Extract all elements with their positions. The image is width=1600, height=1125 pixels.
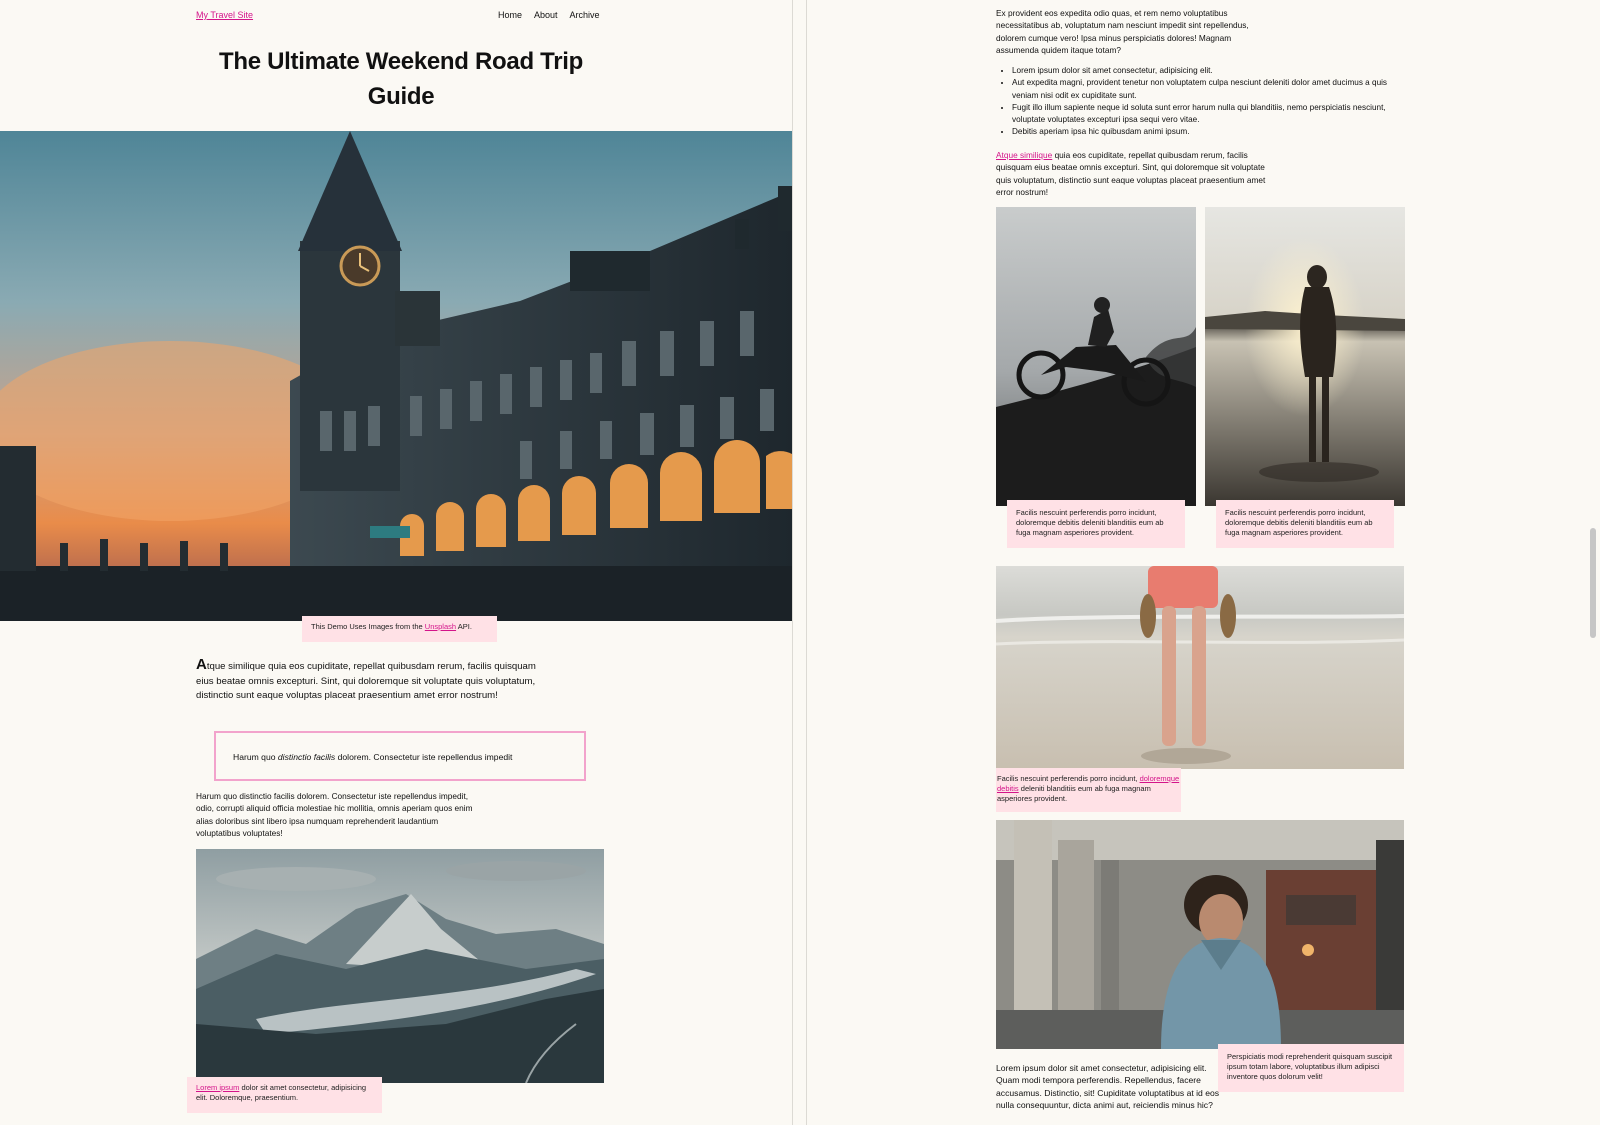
hero-caption-suffix: API. (456, 622, 472, 631)
list-item: Aut expedita magni, provident tenetur no… (1012, 77, 1402, 102)
unsplash-link[interactable]: Unsplash (425, 622, 456, 631)
right-link-paragraph: Atque similique quia eos cupiditate, rep… (996, 149, 1281, 198)
nav-about[interactable]: About (534, 10, 558, 20)
nav-archive[interactable]: Archive (570, 10, 600, 20)
water-caption: Facilis nescuint perferendis porro incid… (1216, 500, 1394, 548)
street-caption: Perspiciatis modi reprehenderit quisquam… (1218, 1044, 1404, 1092)
list-item: Lorem ipsum dolor sit amet consectetur, … (1012, 65, 1402, 77)
beach-caption-text: Facilis nescuint perferendis porro incid… (997, 774, 1140, 783)
list-item: Debitis aperiam ipsa hic quibusdam animi… (1012, 126, 1402, 138)
site-logo-link[interactable]: My Travel Site (196, 10, 253, 20)
right-scrollbar-thumb[interactable] (1590, 528, 1596, 638)
right-bottom-paragraph: Lorem ipsum dolor sit amet consectetur, … (996, 1063, 1220, 1110)
drop-cap: A (196, 656, 207, 673)
motorcycle-caption: Facilis nescuint perferendis porro incid… (1007, 500, 1185, 548)
beach-caption: Facilis nescuint perferendis porro incid… (996, 768, 1181, 812)
paragraph-2: Harum quo distinctio facilis dolorem. Co… (196, 791, 473, 838)
pane-divider (792, 0, 793, 1125)
motorcycle-image (996, 207, 1196, 506)
nav-home[interactable]: Home (498, 10, 522, 20)
left-browser-pane: My Travel Site Home About Archive The Ul… (0, 0, 792, 1125)
main-nav: Home About Archive (498, 10, 600, 20)
mountain-image (196, 849, 604, 1083)
water-silhouette-image (1205, 207, 1405, 506)
beach-caption-text-2: deleniti blanditiis eum ab fuga magnam a… (997, 784, 1151, 803)
intro-paragraph: Atque similique quia eos cupiditate, rep… (196, 657, 536, 704)
right-top-paragraph: Ex provident eos expedita odio quas, et … (996, 8, 1249, 55)
page-title: The Ultimate Weekend Road Trip Guide (219, 48, 583, 110)
hero-image (0, 131, 792, 621)
quote-emphasis: distinctio facilis (277, 752, 336, 762)
mountain-caption: Lorem ipsum dolor sit amet consectetur, … (187, 1077, 382, 1113)
quote-text-2: dolorem. Consectetur iste repellendus im… (335, 752, 513, 762)
bullet-list: Lorem ipsum dolor sit amet consectetur, … (996, 65, 1402, 139)
right-browser-pane: Ex provident eos expedita odio quas, et … (807, 0, 1600, 1125)
pull-quote: Harum quo distinctio facilis dolorem. Co… (214, 731, 586, 781)
intro-text: tque similique quia eos cupiditate, repe… (196, 661, 536, 701)
site-header: My Travel Site Home About Archive (196, 8, 606, 28)
atque-similique-link[interactable]: Atque similique (996, 150, 1052, 160)
street-image (996, 820, 1404, 1049)
quote-text-1: Harum quo (233, 752, 278, 762)
hero-caption-text: This Demo Uses Images from the (311, 622, 425, 631)
beach-legs-image (996, 566, 1404, 769)
lorem-ipsum-link[interactable]: Lorem ipsum (196, 1083, 239, 1092)
hero-caption: This Demo Uses Images from the Unsplash … (302, 616, 497, 642)
list-item: Fugit illo illum sapiente neque id solut… (1012, 102, 1402, 127)
